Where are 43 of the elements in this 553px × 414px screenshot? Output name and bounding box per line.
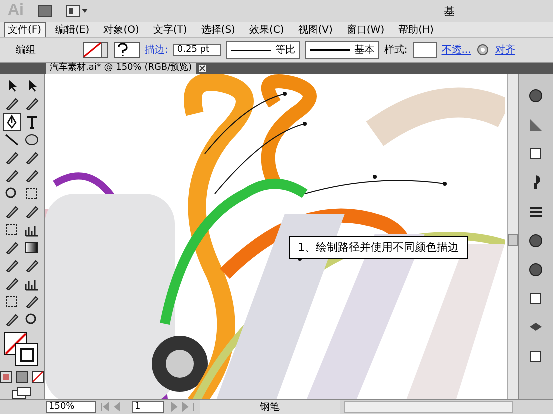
gradient-panel-icon[interactable] <box>528 117 544 133</box>
menu-item[interactable]: 帮助(H) <box>394 22 438 38</box>
style-label: 样式: <box>384 44 408 57</box>
fill-stroke-swatches[interactable] <box>4 332 40 368</box>
workspace-label[interactable]: 基 <box>444 4 455 18</box>
pen-icon[interactable] <box>4 114 20 130</box>
close-icon[interactable] <box>198 64 208 73</box>
color-mode-icon[interactable] <box>0 371 12 384</box>
menu-item[interactable]: 选择(S) <box>197 22 240 38</box>
current-tool-status: 钢笔 <box>200 400 340 414</box>
fill-swatch-dropdown[interactable] <box>83 42 109 58</box>
callout-label: 1、绘制路径并使用不同颜色描边 <box>289 236 468 259</box>
profile-dropdown[interactable]: 等比 <box>226 41 300 59</box>
menu-item[interactable]: 视图(V) <box>294 22 337 38</box>
horizontal-scrollbar[interactable] <box>344 401 513 413</box>
document-tab[interactable]: 汽车素材.ai* @ 150% (RGB/预览) <box>46 63 196 74</box>
none-mode-icon[interactable] <box>32 371 44 384</box>
style-dropdown[interactable] <box>412 42 437 58</box>
selection-label: 编组 <box>16 44 37 57</box>
layout-icon[interactable] <box>66 5 88 17</box>
stroke-weight-field[interactable]: 0.25 pt <box>173 44 222 56</box>
menu-item[interactable]: 文件(F) <box>4 22 46 38</box>
ellipse-icon[interactable] <box>24 132 40 148</box>
gradient-mode-icon[interactable] <box>16 371 28 384</box>
menu-item[interactable]: 效果(C) <box>245 22 288 38</box>
menu-item[interactable]: 编辑(E) <box>52 22 94 38</box>
stroke-link[interactable]: 描边: <box>145 43 168 57</box>
gradient-icon[interactable] <box>24 240 40 256</box>
pencil-icon[interactable] <box>24 150 40 166</box>
page-dropdown[interactable]: 1 <box>132 401 164 413</box>
zoom-dropdown[interactable]: 150% <box>46 401 96 413</box>
line-icon[interactable] <box>4 132 20 148</box>
lines-panel-icon[interactable] <box>528 204 544 220</box>
menu-item[interactable]: 窗口(W) <box>342 22 389 38</box>
screen-mode-icon[interactable] <box>12 387 32 399</box>
type-icon[interactable] <box>24 114 40 130</box>
brush-dropdown[interactable]: 基本 <box>305 41 380 59</box>
menu-item[interactable]: 文字(T) <box>149 22 192 38</box>
align-link[interactable]: 对齐 <box>495 43 516 57</box>
opacity-link[interactable]: 不透... <box>442 43 472 57</box>
vertical-scrollbar[interactable] <box>507 74 518 399</box>
menu-item[interactable]: 对象(O) <box>100 22 144 38</box>
stroke-swatch-dropdown[interactable] <box>114 42 140 58</box>
